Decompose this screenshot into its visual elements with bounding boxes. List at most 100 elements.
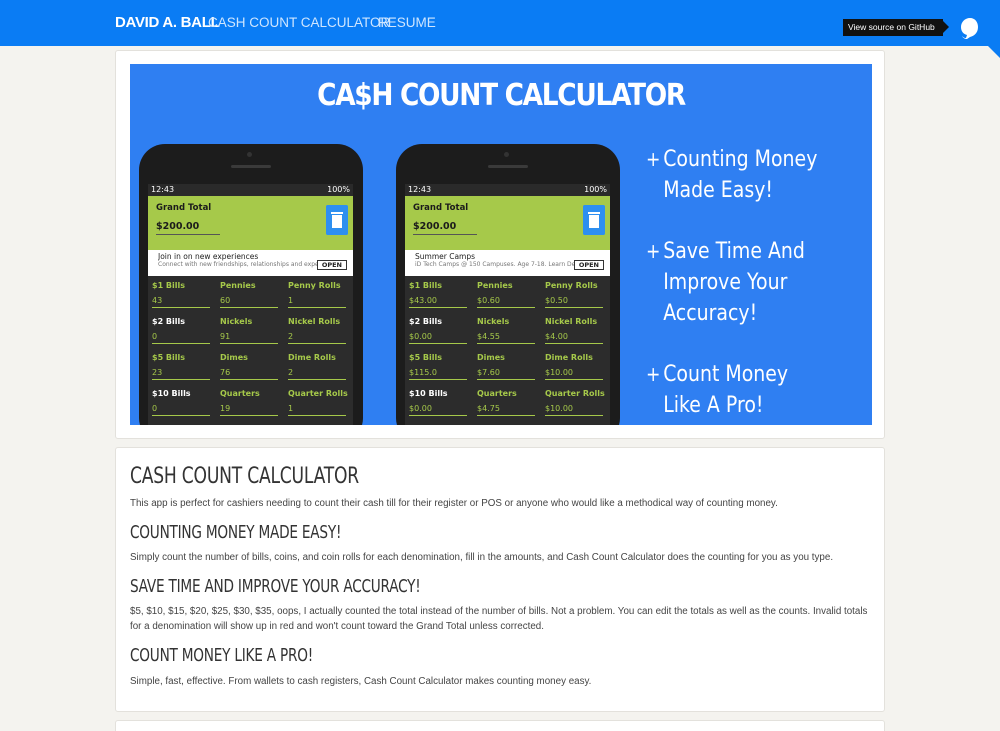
cell-value: 2 [288,368,346,380]
cell-label: Pennies [477,281,513,290]
grand-total-value: $200.00 [413,221,477,235]
grand-total-value: $200.00 [156,221,220,235]
denomination-cell: Dime Rolls 2 [288,350,353,386]
status-time: 12:43 [151,185,175,194]
cell-label: $2 Bills [409,317,443,326]
cell-value: 60 [220,296,278,308]
grand-total-panel: Grand Total $200.00 [405,196,610,250]
cell-value: 0 [152,332,210,344]
cell-value: 1 [288,296,346,308]
feature-line: Improve Your [663,270,788,295]
phone-mockup-totals: 12:43 100% Grand Total $200.00 Summer Ca… [396,144,620,425]
feature-line: Counting Money [663,147,818,172]
trash-icon [326,205,348,235]
camera-dot [504,152,509,157]
cell-label: Pennies [220,281,256,290]
cell-value: $0.60 [477,296,535,308]
denomination-cell: Penny Rolls $0.50 [545,278,610,314]
cell-label: $5 Bills [409,353,443,362]
feature-list: Counting Money Made Easy! Save Time And … [646,144,866,425]
page-title: CASH COUNT CALCULATOR [130,464,359,489]
cell-label: Dime Rolls [288,353,336,362]
brand-link[interactable]: DAVID A. BALL [115,14,220,31]
denomination-cell: Quarter Rolls 1 [288,386,353,422]
feature-save-time: Save Time And Improve Your Accuracy! [646,236,835,329]
cell-label: $10 Bills [409,389,448,398]
next-card [115,720,885,731]
ad-subtitle: iD Tech Camps @ 150 Campuses. Age 7-18. … [415,261,575,268]
cell-value: 19 [220,404,278,416]
cell-value: 2 [288,332,346,344]
feature-like-a-pro: Count Money Like A Pro! [646,359,835,421]
intro-text: This app is perfect for cashiers needing… [130,498,778,509]
cell-label: $10 Bills [152,389,191,398]
cell-label: Nickels [220,317,253,326]
cell-value: $4.00 [545,332,603,344]
top-navbar: DAVID A. BALL CASH COUNT CALCULATOR RESU… [0,0,1000,46]
status-time: 12:43 [408,185,432,194]
banner-title: CA$H COUNT CALCULATOR [317,78,686,113]
denomination-cell: $5 Bills 23 [152,350,220,386]
denomination-cell: Nickel Rolls 2 [288,314,353,350]
ad-open-button: OPEN [573,260,604,270]
github-source-badge[interactable]: View source on GitHub [843,19,949,36]
cell-value: $4.75 [477,404,535,416]
cell-label: Penny Rolls [545,281,598,290]
ad-open-button: OPEN [316,260,347,270]
cell-label: Quarter Rolls [288,389,348,398]
denomination-cell: Quarter Rolls $10.00 [545,386,610,422]
denomination-cell: $1 Bills $43.00 [409,278,477,314]
cell-label: Nickel Rolls [545,317,598,326]
cell-value: 91 [220,332,278,344]
denomination-cell: Nickels 91 [220,314,288,350]
cell-label: Penny Rolls [288,281,341,290]
cell-value: 23 [152,368,210,380]
section-heading: COUNTING MONEY MADE EASY! [130,523,342,543]
trash-icon [583,205,605,235]
cell-value: 43 [152,296,210,308]
feature-line: Made Easy! [663,178,773,203]
description-card: CASH COUNT CALCULATOR This app is perfec… [115,447,885,712]
camera-dot [247,152,252,157]
denomination-cell: $5 Bills $115.0 [409,350,477,386]
cell-value: $0.00 [409,404,467,416]
cell-label: $2 Bills [152,317,186,326]
nav-link-cash-count-calculator[interactable]: CASH COUNT CALCULATOR [208,15,390,30]
section-heading: SAVE TIME AND IMPROVE YOUR ACCURACY! [130,577,421,597]
github-octocat-icon[interactable] [942,0,1000,58]
status-bar: 12:43 100% [405,184,610,196]
feature-counting-money: Counting Money Made Easy! [646,144,835,206]
feature-line: Accuracy! [663,301,758,326]
ad-banner: Join in on new experiences Connect with … [148,250,353,276]
speaker-slot [231,165,271,168]
cell-value: $4.55 [477,332,535,344]
status-battery: 100% [327,185,350,194]
cell-value: $10.00 [545,368,603,380]
ad-subtitle: Connect with new friendships, relationsh… [158,261,318,268]
banner-card: CA$H COUNT CALCULATOR 12:43 100% Grand T… [115,50,885,439]
nav-link-resume[interactable]: RESUME [378,15,436,30]
denomination-cell: Quarters 19 [220,386,288,422]
denomination-cell: Dime Rolls $10.00 [545,350,610,386]
cell-value: $7.60 [477,368,535,380]
app-promo-banner: CA$H COUNT CALCULATOR 12:43 100% Grand T… [130,64,872,425]
cell-value: $0.00 [409,332,467,344]
grand-total-label: Grand Total [413,203,469,213]
section-body: Simply count the number of bills, coins,… [130,552,834,563]
cell-label: $5 Bills [152,353,186,362]
denomination-cell: $10 Bills $0.00 [409,386,477,422]
ad-banner: Summer Camps iD Tech Camps @ 150 Campuse… [405,250,610,276]
feature-line: Save Time And [663,239,805,264]
cell-label: Dimes [477,353,505,362]
section-body: Simple, fast, effective. From wallets to… [130,676,592,687]
status-battery: 100% [584,185,607,194]
cell-label: Dimes [220,353,248,362]
cell-value: $43.00 [409,296,467,308]
cell-value: $0.50 [545,296,603,308]
denomination-grid: $1 Bills $43.00 Pennies $0.60 Penny Rolls $… [405,276,610,422]
denomination-cell: Pennies $0.60 [477,278,545,314]
section-body: $5, $10, $15, $20, $25, $30, $35, oops, … [130,606,868,632]
cell-value: $115.0 [409,368,467,380]
cell-label: Nickels [477,317,510,326]
cell-label: Nickel Rolls [288,317,341,326]
